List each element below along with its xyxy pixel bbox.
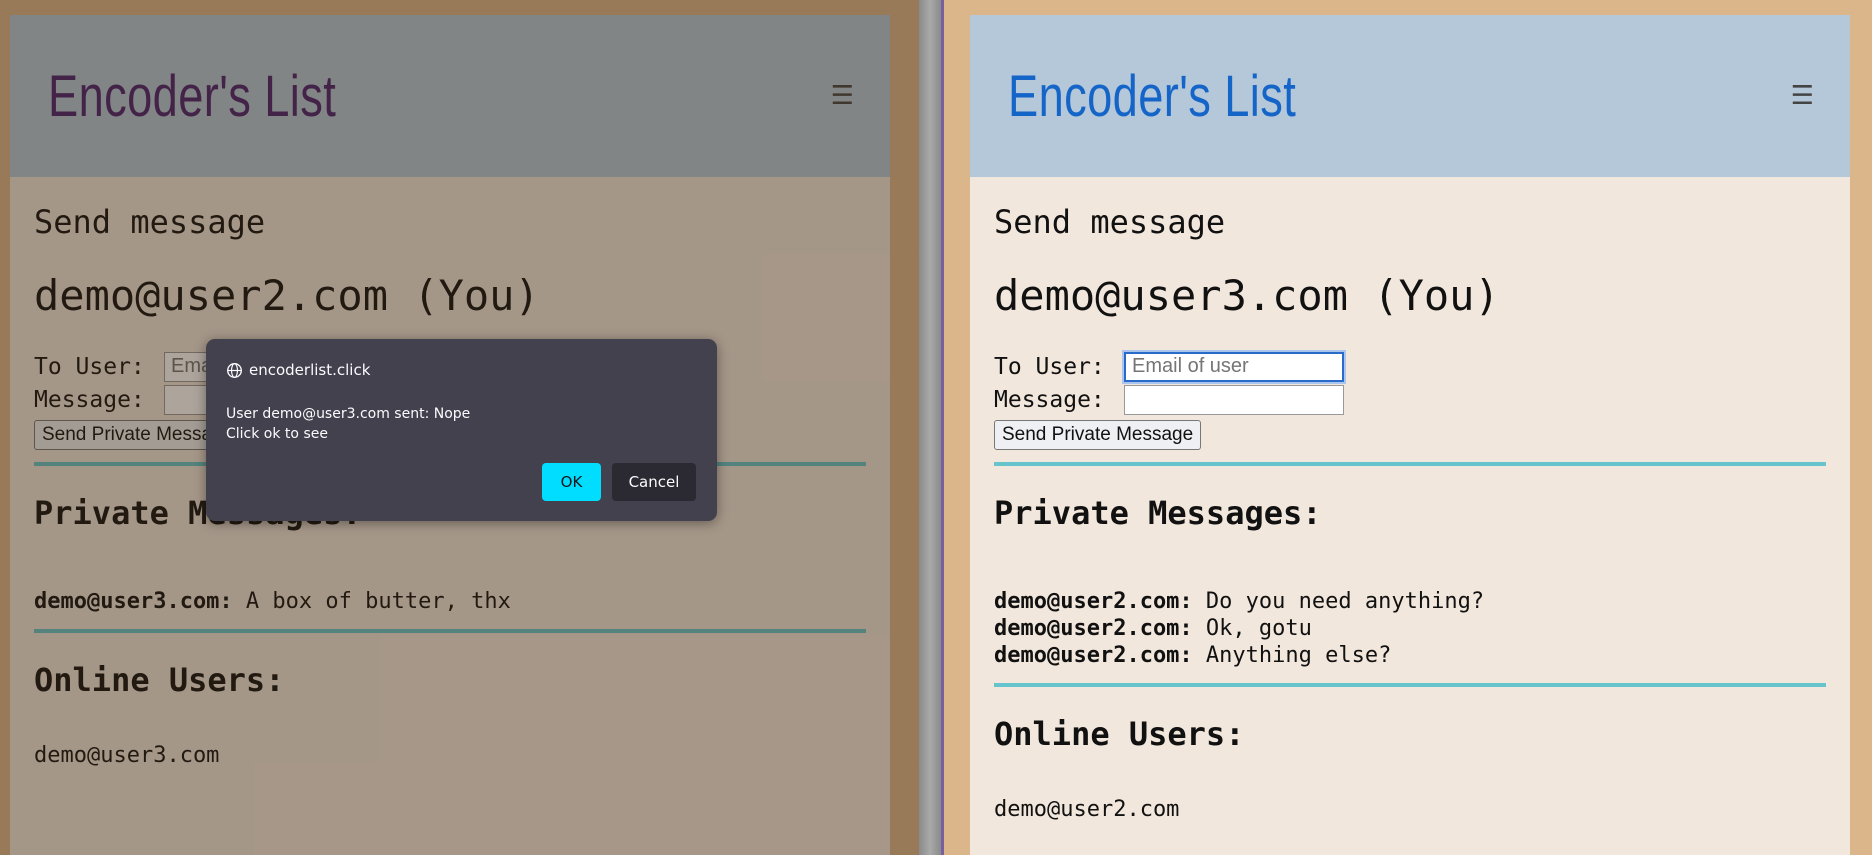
dialog-message: User demo@user3.com sent: Nope Click ok …	[226, 404, 470, 444]
message-sender: demo@user2.com:	[994, 643, 1193, 668]
dialog-line-1: User demo@user3.com sent: Nope	[226, 406, 471, 422]
left-browser-window: Encoder's List ☰ Send message demo@user2…	[0, 0, 919, 855]
message-sender: demo@user2.com:	[994, 616, 1193, 641]
message-input[interactable]	[1124, 384, 1344, 415]
right-page: Encoder's List ☰ Send message demo@user3…	[970, 15, 1850, 855]
dialog-line-2: Click ok to see	[226, 426, 328, 442]
message-text: Anything else?	[1192, 643, 1392, 668]
dialog-origin: encoderlist.click	[226, 361, 370, 379]
dialog-cancel-button[interactable]: Cancel	[612, 463, 696, 501]
message-label: Message:	[994, 386, 1105, 413]
right-browser-window: Encoder's List ☰ Send message demo@user3…	[941, 0, 1872, 855]
list-item: demo@user2.com: Do you need anything?	[994, 588, 1826, 615]
divider	[994, 462, 1826, 466]
online-user-item: demo@user2.com	[994, 797, 1180, 822]
globe-icon	[227, 362, 242, 378]
message-text: Do you need anything?	[1192, 589, 1485, 614]
to-user-input[interactable]	[1124, 351, 1344, 382]
brand-logo[interactable]: Encoder's List	[1008, 63, 1296, 130]
dialog-ok-button[interactable]: OK	[542, 463, 601, 501]
online-users-heading: Online Users:	[994, 715, 1245, 753]
to-user-label: To User:	[994, 353, 1105, 380]
main-content: Send message demo@user3.com (You) To Use…	[970, 177, 1850, 822]
private-messages-list: demo@user2.com: Do you need anything? de…	[994, 588, 1826, 669]
message-text: Ok, gotu	[1192, 616, 1312, 641]
list-item: demo@user2.com: Ok, gotu	[994, 615, 1826, 642]
alert-dialog: encoderlist.click User demo@user3.com se…	[206, 339, 717, 521]
list-item: demo@user2.com: Anything else?	[994, 642, 1826, 669]
site-header: Encoder's List ☰	[970, 15, 1850, 177]
hamburger-menu-icon[interactable]: ☰	[1791, 81, 1814, 111]
current-user-heading: demo@user3.com (You)	[994, 271, 1500, 320]
send-private-message-button[interactable]: Send Private Message	[994, 420, 1202, 450]
divider	[994, 683, 1826, 687]
send-message-heading: Send message	[994, 203, 1226, 241]
window-splitter[interactable]	[919, 0, 941, 855]
message-sender: demo@user2.com:	[994, 589, 1193, 614]
to-user-row: To User:	[994, 350, 1826, 383]
message-row: Message:	[994, 383, 1826, 416]
private-messages-heading: Private Messages:	[994, 494, 1322, 532]
dialog-origin-text: encoderlist.click	[249, 361, 371, 379]
